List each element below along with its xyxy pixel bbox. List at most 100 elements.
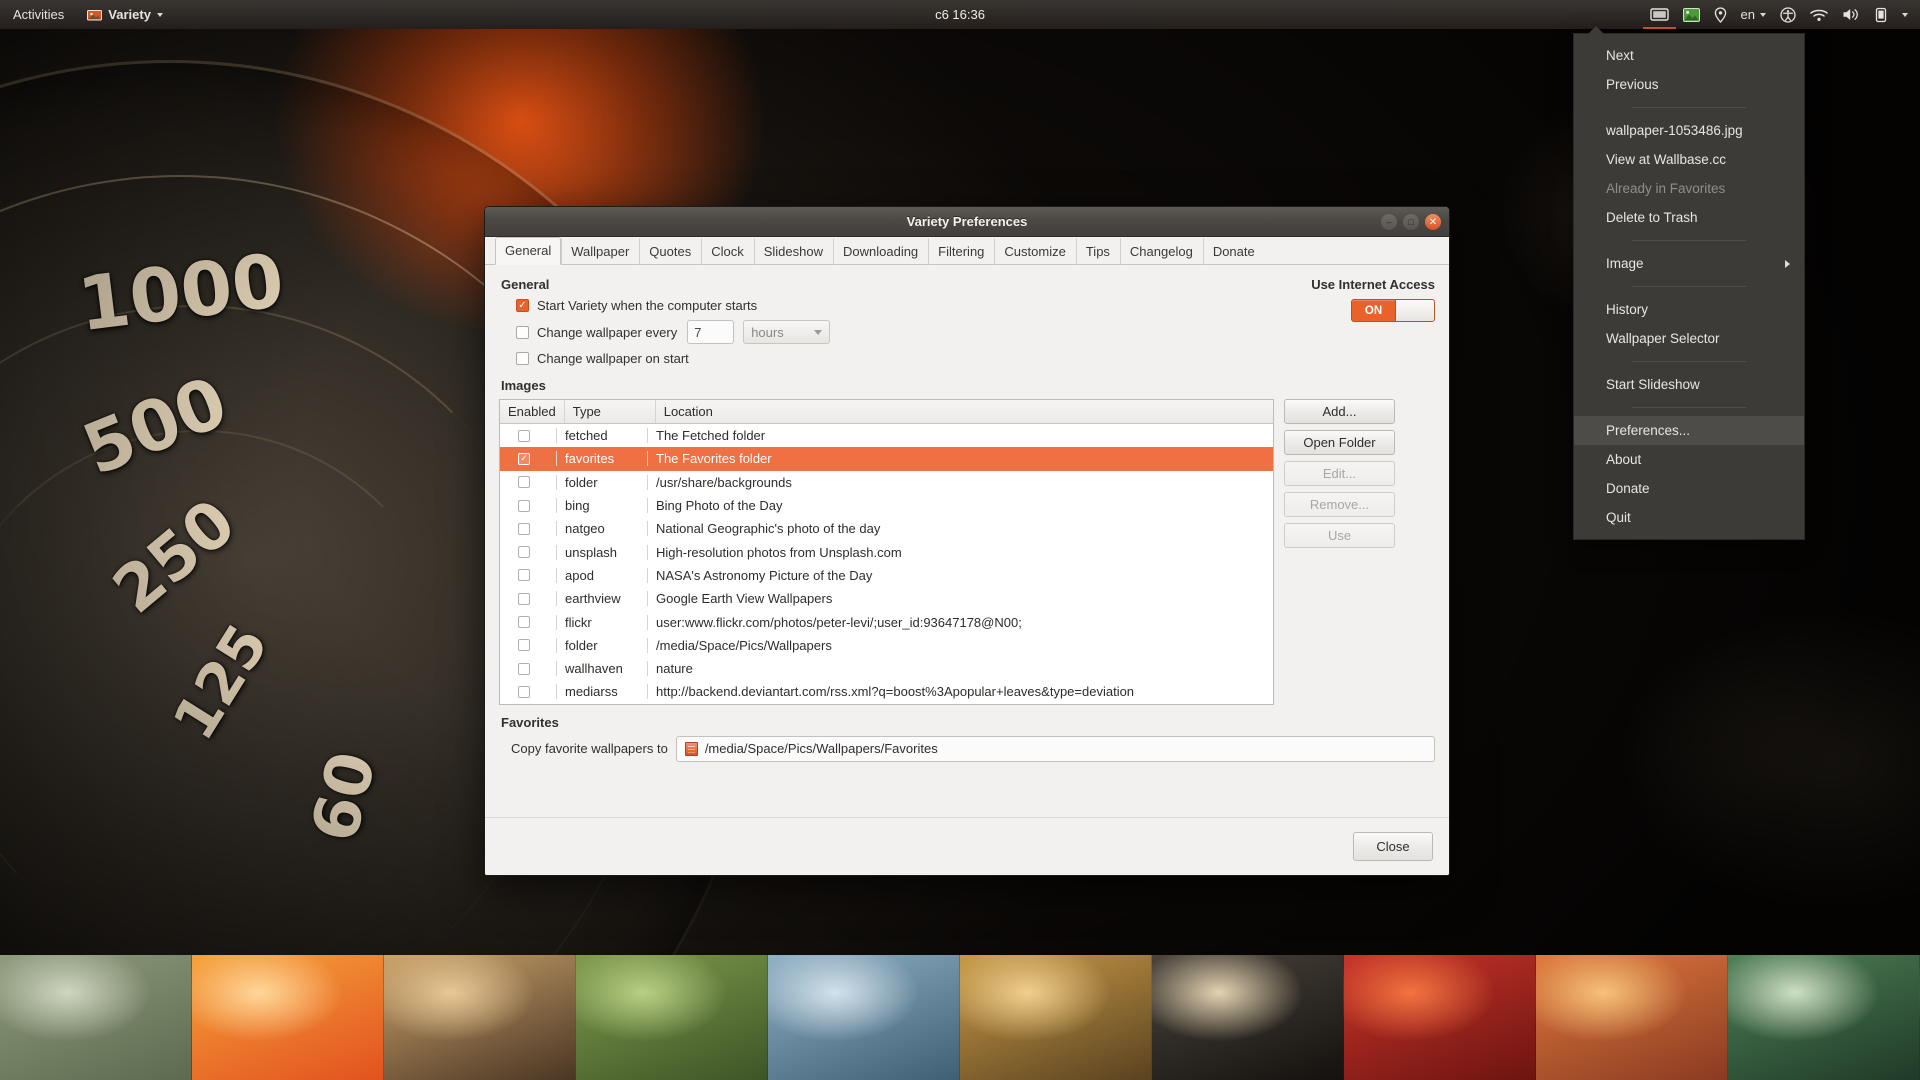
thumbnail-mossy-wall[interactable] — [0, 955, 192, 1080]
table-row[interactable]: bingBing Photo of the Day — [500, 494, 1273, 517]
table-row[interactable]: mediarsshttp://backend.deviantart.com/rs… — [500, 680, 1273, 703]
table-row[interactable]: wallhavennature — [500, 657, 1273, 680]
change-every-checkbox[interactable] — [516, 326, 529, 339]
menu-item-previous[interactable]: Previous — [1574, 70, 1804, 99]
row-enabled-checkbox[interactable] — [518, 500, 530, 512]
row-enabled-checkbox[interactable] — [518, 569, 530, 581]
row-enabled-checkbox[interactable] — [518, 639, 530, 651]
location-icon[interactable] — [1714, 0, 1727, 29]
images-area: Enabled Type Location fetchedThe Fetched… — [499, 399, 1435, 705]
row-location-cell: The Fetched folder — [647, 428, 1273, 443]
thumbnail-rice-terraces[interactable] — [576, 955, 768, 1080]
menu-item-already-in-favorites: Already in Favorites — [1574, 174, 1804, 203]
menu-item-wallpaper-selector[interactable]: Wallpaper Selector — [1574, 324, 1804, 353]
close-button[interactable]: Close — [1353, 832, 1433, 861]
row-enabled-checkbox[interactable] — [518, 546, 530, 558]
tab-tips[interactable]: Tips — [1076, 238, 1120, 265]
change-on-start-row[interactable]: Change wallpaper on start — [516, 351, 1435, 366]
display-icon[interactable] — [1650, 0, 1669, 29]
table-row[interactable]: fetchedThe Fetched folder — [500, 424, 1273, 447]
power-icon[interactable] — [1874, 0, 1888, 29]
table-row[interactable]: folder/media/Space/Pics/Wallpapers — [500, 634, 1273, 657]
tab-clock[interactable]: Clock — [701, 238, 754, 265]
thumbnail-mountain-lake[interactable] — [768, 955, 960, 1080]
change-every-value-input[interactable]: 7 — [687, 320, 734, 344]
column-header-location: Location — [655, 400, 1273, 423]
row-type-cell: bing — [556, 498, 647, 513]
menu-item-delete-to-trash[interactable]: Delete to Trash — [1574, 203, 1804, 232]
menu-item-next[interactable]: Next — [1574, 41, 1804, 70]
row-enabled-checkbox[interactable] — [518, 523, 530, 535]
row-enabled-checkbox[interactable] — [518, 593, 530, 605]
tab-general[interactable]: General — [495, 237, 561, 265]
variety-indicator-icon[interactable] — [1683, 0, 1700, 29]
favorites-path-chooser[interactable]: /media/Space/Pics/Wallpapers/Favorites — [676, 736, 1435, 762]
tab-changelog[interactable]: Changelog — [1120, 238, 1203, 265]
change-on-start-checkbox[interactable] — [516, 352, 529, 365]
row-enabled-checkbox[interactable] — [518, 663, 530, 675]
start-on-boot-checkbox[interactable] — [516, 299, 529, 312]
close-window-button[interactable]: ✕ — [1425, 214, 1441, 230]
row-enabled-checkbox[interactable] — [518, 476, 530, 488]
maximize-button[interactable]: □ — [1403, 214, 1419, 230]
row-enabled-checkbox[interactable] — [518, 453, 530, 465]
clock[interactable]: c6 16:36 — [935, 7, 985, 22]
internet-access-toggle[interactable]: ON — [1351, 299, 1435, 322]
row-enabled-checkbox[interactable] — [518, 430, 530, 442]
keyboard-layout-button[interactable]: en — [1741, 7, 1766, 22]
column-header-type: Type — [564, 400, 655, 423]
menu-item-view-at-source[interactable]: View at Wallbase.cc — [1574, 145, 1804, 174]
tab-wallpaper[interactable]: Wallpaper — [561, 238, 639, 265]
table-row[interactable]: folder/usr/share/backgrounds — [500, 471, 1273, 494]
thumbnail-bare-trees-sunset[interactable] — [384, 955, 576, 1080]
window-controls: – □ ✕ — [1381, 207, 1441, 237]
table-row[interactable]: unsplashHigh-resolution photos from Unsp… — [500, 540, 1273, 563]
add-source-button[interactable]: Add... — [1284, 399, 1395, 424]
start-on-boot-row[interactable]: Start Variety when the computer starts — [516, 298, 1435, 313]
row-location-cell: user:www.flickr.com/photos/peter-levi/;u… — [647, 615, 1273, 630]
app-menu-variety[interactable]: Variety — [77, 0, 173, 29]
wallpaper-thumbnail-strip — [0, 955, 1920, 1080]
tab-quotes[interactable]: Quotes — [639, 238, 701, 265]
open-folder-button[interactable]: Open Folder — [1284, 430, 1395, 455]
table-row[interactable]: favoritesThe Favorites folder — [500, 447, 1273, 470]
tab-donate[interactable]: Donate — [1203, 238, 1265, 265]
activities-button[interactable]: Activities — [0, 0, 77, 29]
menu-item-about[interactable]: About — [1574, 445, 1804, 474]
menu-item-history[interactable]: History — [1574, 295, 1804, 324]
menu-item-quit[interactable]: Quit — [1574, 503, 1804, 532]
row-location-cell: /media/Space/Pics/Wallpapers — [647, 638, 1273, 653]
accessibility-icon[interactable] — [1780, 0, 1796, 29]
thumbnail-green-fence[interactable] — [1728, 955, 1920, 1080]
minimize-button[interactable]: – — [1381, 214, 1397, 230]
change-every-row[interactable]: Change wallpaper every 7 hours — [516, 320, 1435, 344]
system-menu-caret-icon[interactable] — [1902, 0, 1914, 29]
menu-item-start-slideshow[interactable]: Start Slideshow — [1574, 370, 1804, 399]
thumbnail-grass-sunset[interactable] — [960, 955, 1152, 1080]
table-row[interactable]: natgeoNational Geographic's photo of the… — [500, 517, 1273, 540]
table-row[interactable]: flickruser:www.flickr.com/photos/peter-l… — [500, 610, 1273, 633]
lens-number-125: 125 — [160, 613, 282, 752]
row-enabled-checkbox[interactable] — [518, 686, 530, 698]
thumbnail-orange-illustration[interactable] — [192, 955, 384, 1080]
thumbnail-autumn-illustration[interactable] — [1536, 955, 1728, 1080]
thumbnail-red-maple-leaves[interactable] — [1344, 955, 1536, 1080]
tab-downloading[interactable]: Downloading — [833, 238, 928, 265]
menu-item-current-wallpaper[interactable]: wallpaper-1053486.jpg — [1574, 116, 1804, 145]
menu-item-donate[interactable]: Donate — [1574, 474, 1804, 503]
volume-icon[interactable] — [1842, 0, 1860, 29]
row-enabled-cell — [500, 569, 556, 581]
table-row[interactable]: apodNASA's Astronomy Picture of the Day — [500, 564, 1273, 587]
menu-item-image[interactable]: Image — [1574, 249, 1804, 278]
thumbnail-camera-lens[interactable] — [1152, 955, 1344, 1080]
lens-number-250: 250 — [100, 486, 250, 629]
network-wifi-icon[interactable] — [1810, 0, 1828, 29]
tab-filtering[interactable]: Filtering — [928, 238, 994, 265]
tab-slideshow[interactable]: Slideshow — [754, 238, 833, 265]
table-row[interactable]: earthviewGoogle Earth View Wallpapers — [500, 587, 1273, 610]
window-titlebar[interactable]: Variety Preferences – □ ✕ — [485, 207, 1449, 237]
menu-item-preferences[interactable]: Preferences... — [1574, 416, 1804, 445]
row-enabled-checkbox[interactable] — [518, 616, 530, 628]
tab-customize[interactable]: Customize — [994, 238, 1075, 265]
change-every-unit-select[interactable]: hours — [743, 320, 830, 344]
